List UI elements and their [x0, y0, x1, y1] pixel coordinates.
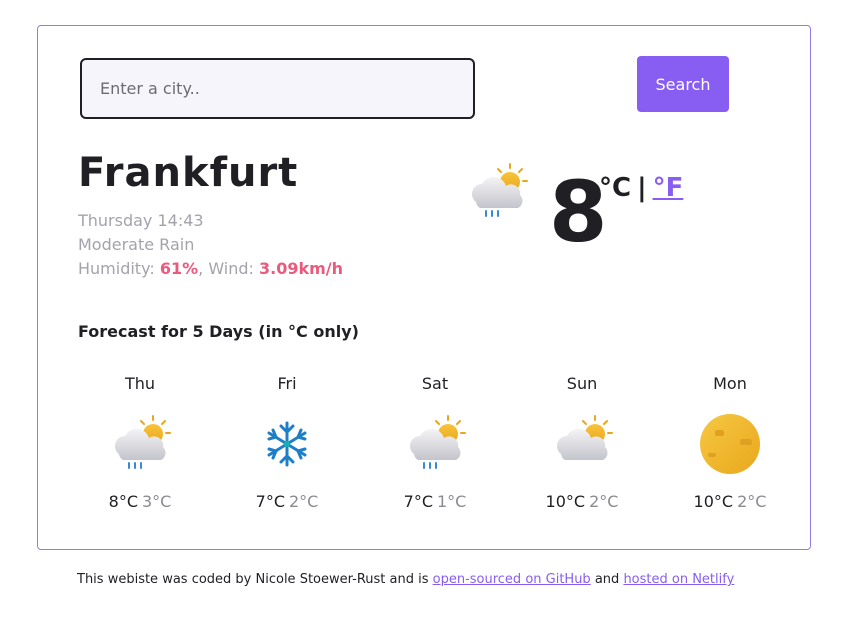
forecast-min-temp: 2°C	[589, 492, 619, 511]
rain-sun-cloud-icon	[105, 414, 175, 474]
forecast-title: Forecast for 5 Days (in °C only)	[78, 322, 359, 341]
footer-text: This webiste was coded by Nicole Stoewer…	[77, 572, 433, 587]
day-time: Thursday 14:43	[78, 211, 204, 230]
footer: This webiste was coded by Nicole Stoewer…	[77, 572, 734, 587]
forecast-min-temp: 1°C	[437, 492, 467, 511]
forecast-day-name: Thu	[124, 374, 156, 393]
wind-label: , Wind:	[198, 259, 260, 278]
forecast-day: Thu 8°C 3°C	[85, 374, 195, 511]
footer-text-middle: and	[590, 572, 624, 587]
forecast-max-temp: 8°C	[108, 492, 138, 511]
forecast-day: Mon 10°C 2°C	[675, 374, 785, 511]
snowflake-icon	[252, 414, 322, 474]
forecast-max-temp: 10°C	[545, 492, 586, 511]
humidity-wind: Humidity: 61%, Wind: 3.09km/h	[78, 257, 343, 281]
forecast-min-temp: 3°C	[142, 492, 172, 511]
search-button[interactable]: Search	[637, 56, 729, 112]
rain-sun-cloud-icon	[400, 414, 470, 474]
forecast-day: Fri 7°C 2°C	[232, 374, 342, 511]
forecast-max-temp: 7°C	[403, 492, 433, 511]
forecast-min-temp: 2°C	[289, 492, 319, 511]
github-link[interactable]: open-sourced on GitHub	[433, 572, 591, 587]
forecast-max-temp: 10°C	[693, 492, 734, 511]
fahrenheit-link[interactable]: °F	[653, 173, 684, 203]
forecast-day-name: Fri	[277, 374, 297, 393]
forecast-day: Sun 10°C 2°C	[527, 374, 637, 511]
forecast-day-name: Sat	[421, 374, 449, 393]
rain-sun-cloud-icon	[462, 162, 532, 222]
city-search-input[interactable]	[80, 58, 475, 119]
current-details: Thursday 14:43 Moderate Rain Humidity: 6…	[78, 209, 343, 281]
sun-cloud-icon	[547, 414, 617, 474]
wind-value: 3.09km/h	[259, 259, 344, 278]
humidity-label: Humidity:	[78, 259, 160, 278]
forecast-min-temp: 2°C	[737, 492, 767, 511]
city-name: Frankfurt	[78, 150, 299, 196]
moon-icon	[695, 414, 765, 474]
weather-description: Moderate Rain	[78, 235, 195, 254]
forecast-max-temp: 7°C	[255, 492, 285, 511]
forecast-day-name: Sun	[566, 374, 598, 393]
celsius-unit: °C	[599, 173, 632, 203]
weather-card: Search Frankfurt Thursday 14:43 Moderate…	[37, 25, 811, 550]
forecast-day-name: Mon	[713, 374, 747, 393]
unit-separator: |	[637, 173, 647, 203]
forecast-day: Sat 7°C 1°C	[380, 374, 490, 511]
netlify-link[interactable]: hosted on Netlify	[623, 572, 734, 587]
humidity-value: 61%	[159, 259, 199, 278]
unit-toggle: °C | °F	[599, 173, 683, 203]
